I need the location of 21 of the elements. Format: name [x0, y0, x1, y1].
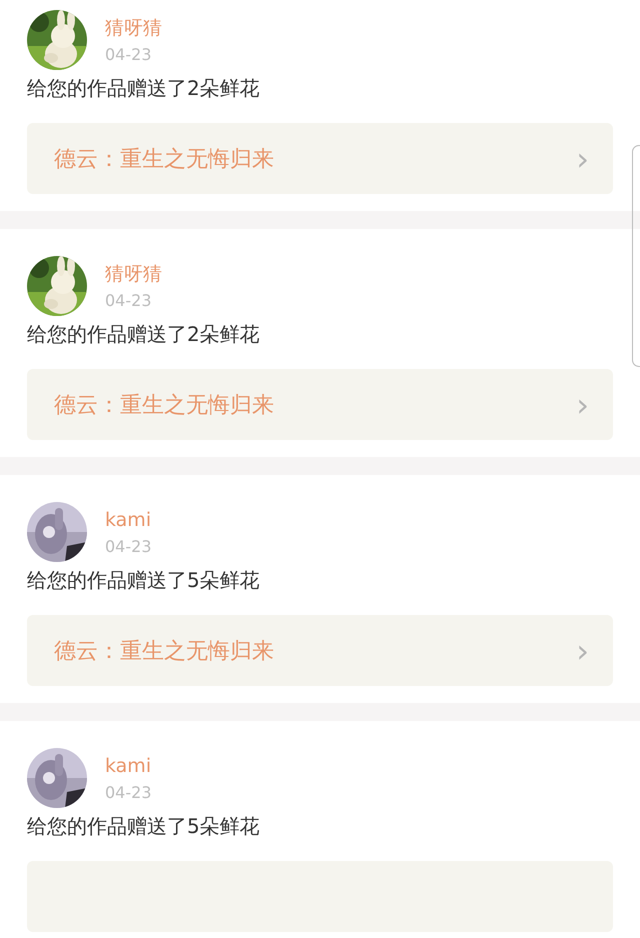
- chevron-icon: ›: [576, 142, 589, 174]
- user-name[interactable]: kami: [105, 508, 152, 532]
- work-link-card[interactable]: 德云：重生之无悔归来 ›: [27, 369, 613, 440]
- gift-message: 给您的作品赠送了5朵鲜花: [27, 567, 261, 594]
- date: 04-23: [105, 290, 152, 312]
- user-name[interactable]: kami: [105, 754, 152, 778]
- work-link-card[interactable]: 德云：重生之无悔归来 ›: [27, 123, 613, 194]
- user-name[interactable]: 猜呀猜: [105, 262, 162, 286]
- user-name[interactable]: 猜呀猜: [105, 16, 162, 40]
- chevron-icon: ›: [576, 634, 589, 666]
- work-title: 德云：重生之无悔归来: [54, 392, 274, 420]
- date: 04-23: [105, 782, 152, 804]
- chevron-icon: ›: [576, 388, 589, 420]
- gift-message: 给您的作品赠送了5朵鲜花: [27, 813, 261, 840]
- gift-message: 给您的作品赠送了2朵鲜花: [27, 75, 261, 102]
- gift-message: 给您的作品赠送了2朵鲜花: [27, 321, 261, 348]
- work-link-card[interactable]: 德云：重生之无悔归来 ›: [27, 615, 613, 686]
- work-title: 德云：重生之无悔归来: [54, 146, 274, 174]
- date: 04-23: [105, 536, 152, 558]
- date: 04-23: [105, 44, 152, 66]
- work-title: 德云：重生之无悔归来: [54, 638, 274, 666]
